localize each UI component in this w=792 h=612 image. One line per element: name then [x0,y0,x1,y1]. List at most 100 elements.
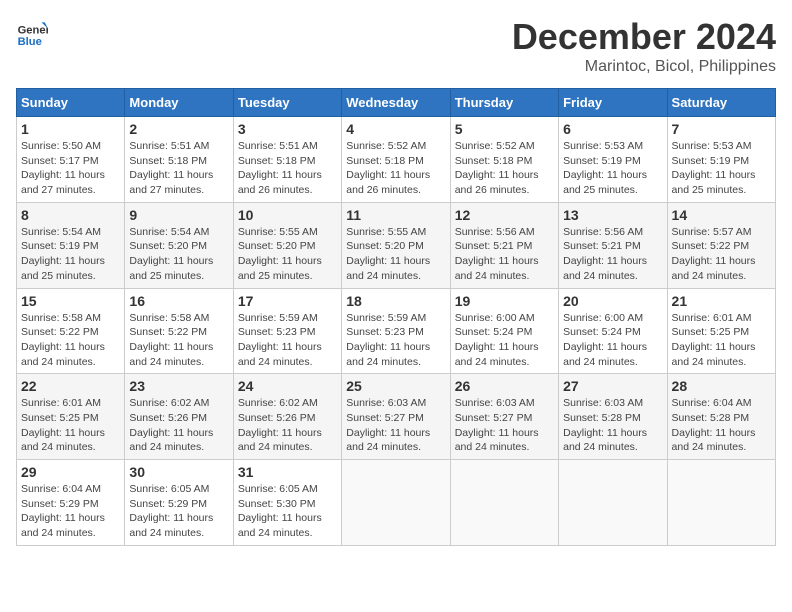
day-cell: 7 Sunrise: 5:53 AMSunset: 5:19 PMDayligh… [667,117,775,203]
day-cell: 19 Sunrise: 6:00 AMSunset: 5:24 PMDaylig… [450,288,558,374]
day-info: Sunrise: 6:00 AMSunset: 5:24 PMDaylight:… [455,312,539,368]
logo: General Blue [16,16,48,48]
day-cell: 11 Sunrise: 5:55 AMSunset: 5:20 PMDaylig… [342,202,450,288]
day-info: Sunrise: 6:02 AMSunset: 5:26 PMDaylight:… [238,397,322,453]
day-number: 24 [238,378,337,394]
header-sunday: Sunday [17,89,125,117]
day-number: 11 [346,207,445,223]
header-thursday: Thursday [450,89,558,117]
day-number: 3 [238,121,337,137]
day-number: 20 [563,293,662,309]
day-cell: 5 Sunrise: 5:52 AMSunset: 5:18 PMDayligh… [450,117,558,203]
day-number: 5 [455,121,554,137]
day-cell: 4 Sunrise: 5:52 AMSunset: 5:18 PMDayligh… [342,117,450,203]
day-info: Sunrise: 5:55 AMSunset: 5:20 PMDaylight:… [346,226,430,282]
week-row: 8 Sunrise: 5:54 AMSunset: 5:19 PMDayligh… [17,202,776,288]
weekday-header-row: Sunday Monday Tuesday Wednesday Thursday… [17,89,776,117]
svg-text:General: General [18,25,48,37]
day-number: 12 [455,207,554,223]
day-cell: 17 Sunrise: 5:59 AMSunset: 5:23 PMDaylig… [233,288,341,374]
day-info: Sunrise: 6:01 AMSunset: 5:25 PMDaylight:… [21,397,105,453]
day-info: Sunrise: 6:03 AMSunset: 5:27 PMDaylight:… [455,397,539,453]
day-info: Sunrise: 5:55 AMSunset: 5:20 PMDaylight:… [238,226,322,282]
day-cell: 24 Sunrise: 6:02 AMSunset: 5:26 PMDaylig… [233,374,341,460]
day-cell: 18 Sunrise: 5:59 AMSunset: 5:23 PMDaylig… [342,288,450,374]
svg-text:Blue: Blue [18,36,42,48]
week-row: 22 Sunrise: 6:01 AMSunset: 5:25 PMDaylig… [17,374,776,460]
day-number: 28 [672,378,771,394]
week-row: 15 Sunrise: 5:58 AMSunset: 5:22 PMDaylig… [17,288,776,374]
day-number: 18 [346,293,445,309]
day-cell: 6 Sunrise: 5:53 AMSunset: 5:19 PMDayligh… [559,117,667,203]
day-info: Sunrise: 6:02 AMSunset: 5:26 PMDaylight:… [129,397,213,453]
week-row: 1 Sunrise: 5:50 AMSunset: 5:17 PMDayligh… [17,117,776,203]
header-wednesday: Wednesday [342,89,450,117]
week-row: 29 Sunrise: 6:04 AMSunset: 5:29 PMDaylig… [17,460,776,546]
day-number: 8 [21,207,120,223]
day-number: 26 [455,378,554,394]
day-cell: 25 Sunrise: 6:03 AMSunset: 5:27 PMDaylig… [342,374,450,460]
day-cell: 12 Sunrise: 5:56 AMSunset: 5:21 PMDaylig… [450,202,558,288]
day-cell: 16 Sunrise: 5:58 AMSunset: 5:22 PMDaylig… [125,288,233,374]
day-number: 30 [129,464,228,480]
day-cell: 1 Sunrise: 5:50 AMSunset: 5:17 PMDayligh… [17,117,125,203]
day-number: 17 [238,293,337,309]
empty-cell [342,460,450,546]
day-info: Sunrise: 6:00 AMSunset: 5:24 PMDaylight:… [563,312,647,368]
empty-cell [450,460,558,546]
day-info: Sunrise: 5:56 AMSunset: 5:21 PMDaylight:… [563,226,647,282]
day-cell: 8 Sunrise: 5:54 AMSunset: 5:19 PMDayligh… [17,202,125,288]
day-cell: 10 Sunrise: 5:55 AMSunset: 5:20 PMDaylig… [233,202,341,288]
day-cell: 15 Sunrise: 5:58 AMSunset: 5:22 PMDaylig… [17,288,125,374]
day-number: 22 [21,378,120,394]
day-cell: 13 Sunrise: 5:56 AMSunset: 5:21 PMDaylig… [559,202,667,288]
day-cell: 22 Sunrise: 6:01 AMSunset: 5:25 PMDaylig… [17,374,125,460]
day-cell: 29 Sunrise: 6:04 AMSunset: 5:29 PMDaylig… [17,460,125,546]
day-number: 15 [21,293,120,309]
calendar-subtitle: Marintoc, Bicol, Philippines [512,58,776,76]
day-info: Sunrise: 5:54 AMSunset: 5:20 PMDaylight:… [129,226,213,282]
day-info: Sunrise: 5:59 AMSunset: 5:23 PMDaylight:… [346,312,430,368]
day-info: Sunrise: 6:03 AMSunset: 5:27 PMDaylight:… [346,397,430,453]
day-number: 16 [129,293,228,309]
day-cell: 28 Sunrise: 6:04 AMSunset: 5:28 PMDaylig… [667,374,775,460]
day-number: 25 [346,378,445,394]
header-monday: Monday [125,89,233,117]
day-info: Sunrise: 5:50 AMSunset: 5:17 PMDaylight:… [21,140,105,196]
day-info: Sunrise: 5:52 AMSunset: 5:18 PMDaylight:… [346,140,430,196]
day-cell: 26 Sunrise: 6:03 AMSunset: 5:27 PMDaylig… [450,374,558,460]
calendar-title: December 2024 [512,16,776,58]
day-info: Sunrise: 5:51 AMSunset: 5:18 PMDaylight:… [129,140,213,196]
day-cell: 2 Sunrise: 5:51 AMSunset: 5:18 PMDayligh… [125,117,233,203]
day-cell: 20 Sunrise: 6:00 AMSunset: 5:24 PMDaylig… [559,288,667,374]
day-number: 13 [563,207,662,223]
calendar-table: Sunday Monday Tuesday Wednesday Thursday… [16,88,776,546]
day-number: 19 [455,293,554,309]
title-block: December 2024 Marintoc, Bicol, Philippin… [512,16,776,76]
day-cell: 27 Sunrise: 6:03 AMSunset: 5:28 PMDaylig… [559,374,667,460]
day-info: Sunrise: 5:53 AMSunset: 5:19 PMDaylight:… [563,140,647,196]
logo-icon: General Blue [16,16,48,48]
day-number: 6 [563,121,662,137]
day-number: 21 [672,293,771,309]
day-cell: 14 Sunrise: 5:57 AMSunset: 5:22 PMDaylig… [667,202,775,288]
day-info: Sunrise: 6:04 AMSunset: 5:28 PMDaylight:… [672,397,756,453]
day-number: 27 [563,378,662,394]
header-friday: Friday [559,89,667,117]
day-info: Sunrise: 5:57 AMSunset: 5:22 PMDaylight:… [672,226,756,282]
day-info: Sunrise: 5:56 AMSunset: 5:21 PMDaylight:… [455,226,539,282]
day-info: Sunrise: 5:58 AMSunset: 5:22 PMDaylight:… [21,312,105,368]
day-number: 4 [346,121,445,137]
day-info: Sunrise: 5:51 AMSunset: 5:18 PMDaylight:… [238,140,322,196]
day-info: Sunrise: 5:59 AMSunset: 5:23 PMDaylight:… [238,312,322,368]
empty-cell [559,460,667,546]
day-number: 2 [129,121,228,137]
day-info: Sunrise: 6:04 AMSunset: 5:29 PMDaylight:… [21,483,105,539]
day-number: 10 [238,207,337,223]
day-info: Sunrise: 5:53 AMSunset: 5:19 PMDaylight:… [672,140,756,196]
day-cell: 9 Sunrise: 5:54 AMSunset: 5:20 PMDayligh… [125,202,233,288]
header-saturday: Saturday [667,89,775,117]
day-cell: 3 Sunrise: 5:51 AMSunset: 5:18 PMDayligh… [233,117,341,203]
empty-cell [667,460,775,546]
day-cell: 30 Sunrise: 6:05 AMSunset: 5:29 PMDaylig… [125,460,233,546]
